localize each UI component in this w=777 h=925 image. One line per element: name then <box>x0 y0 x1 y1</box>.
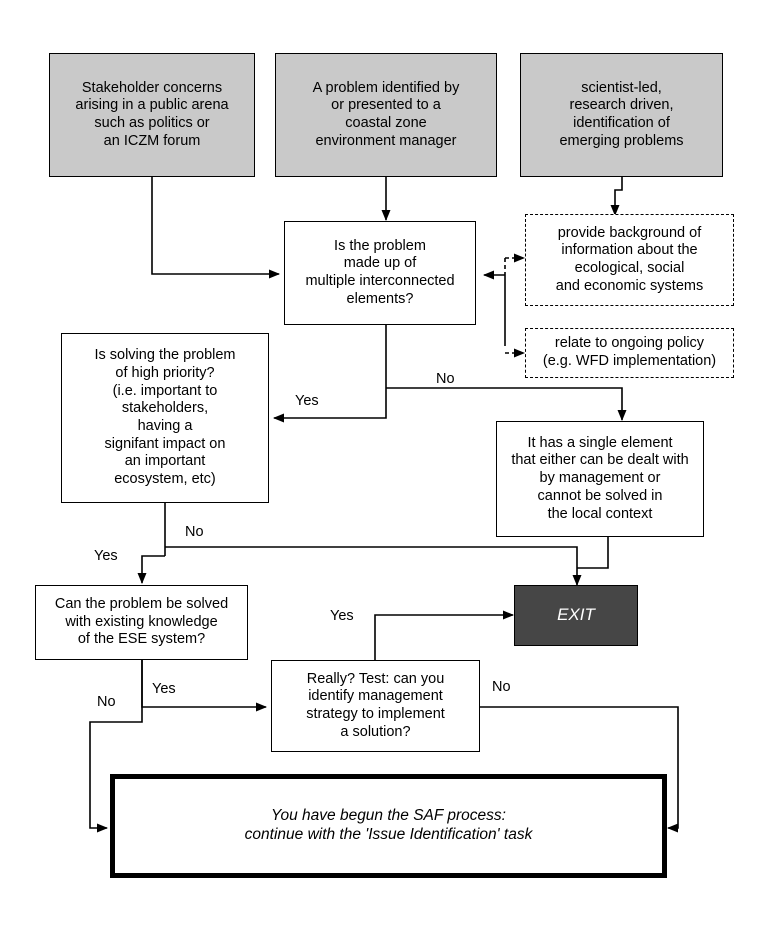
node-problem-identified[interactable]: A problem identified by or presented to … <box>275 53 497 177</box>
node-saf-begun[interactable]: You have begun the SAF process: continue… <box>110 774 667 878</box>
node-provide-background-label: provide background of information about … <box>555 224 704 294</box>
node-single-element-label: It has a single element that either can … <box>511 434 689 522</box>
edge-label-multiple-no: No <box>436 371 455 387</box>
node-high-priority-question[interactable]: Is solving the problem of high priority?… <box>61 333 269 503</box>
edge-multiple-yes <box>273 325 387 423</box>
edge-really-yes <box>374 610 514 660</box>
edge-multiple-no <box>386 387 627 421</box>
edge-scientist-to-background <box>610 177 623 216</box>
node-multiple-elements-question-label: Is the problem made up of multiple inter… <box>305 237 455 307</box>
edge-label-priority-no: No <box>185 524 204 540</box>
edge-label-really-yes: Yes <box>330 608 354 624</box>
node-saf-begun-label: You have begun the SAF process: continue… <box>244 807 533 843</box>
node-multiple-elements-question[interactable]: Is the problem made up of multiple inter… <box>284 221 476 325</box>
edge-label-priority-yes: Yes <box>94 548 118 564</box>
node-existing-knowledge-question[interactable]: Can the problem be solved with existing … <box>35 585 248 660</box>
node-really-test-question[interactable]: Really? Test: can you identify managemen… <box>271 660 480 752</box>
edge-label-knowledge-yes: Yes <box>152 681 176 697</box>
node-single-element[interactable]: It has a single element that either can … <box>496 421 704 537</box>
node-existing-knowledge-question-label: Can the problem be solved with existing … <box>54 595 229 648</box>
edge-label-really-no: No <box>492 679 511 695</box>
node-exit[interactable]: EXIT <box>514 585 638 646</box>
node-relate-policy-label: relate to ongoing policy (e.g. WFD imple… <box>542 335 717 369</box>
edge-priority-no <box>165 546 582 586</box>
node-really-test-question-label: Really? Test: can you identify managemen… <box>306 670 445 740</box>
node-provide-background[interactable]: provide background of information about … <box>525 214 734 306</box>
node-scientist-led[interactable]: scientist-led, research driven, identifi… <box>520 53 723 177</box>
node-scientist-led-label: scientist-led, research driven, identifi… <box>559 79 684 149</box>
node-exit-label: EXIT <box>557 605 595 625</box>
node-problem-identified-label: A problem identified by or presented to … <box>312 79 460 149</box>
edge-label-knowledge-no: No <box>97 694 116 710</box>
node-stakeholder-concerns[interactable]: Stakeholder concerns arising in a public… <box>49 53 255 177</box>
node-high-priority-question-label: Is solving the problem of high priority?… <box>94 347 236 488</box>
edge-stakeholder-to-multiple <box>151 177 280 279</box>
edge-single-to-exit <box>577 537 609 569</box>
edge-label-multiple-yes: Yes <box>295 393 319 409</box>
node-relate-policy[interactable]: relate to ongoing policy (e.g. WFD imple… <box>525 328 734 378</box>
node-stakeholder-concerns-label: Stakeholder concerns arising in a public… <box>75 79 229 149</box>
flowchart-canvas: Stakeholder concerns arising in a public… <box>0 0 777 925</box>
edge-priority-yes <box>137 555 165 584</box>
